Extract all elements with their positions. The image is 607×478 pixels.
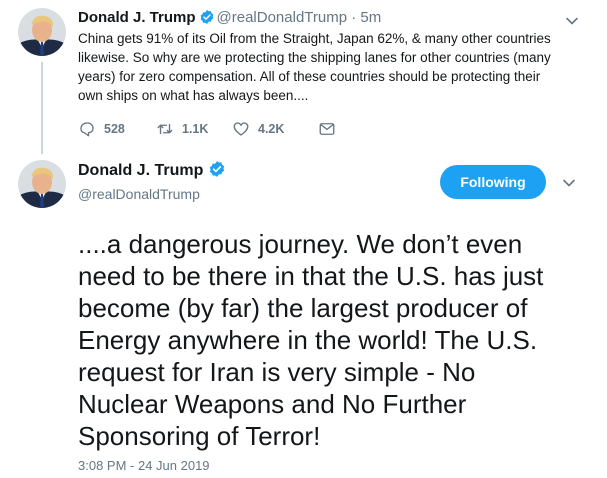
chevron-down-icon[interactable] [565, 14, 579, 28]
tweet-text-line: likewise. So why are we protecting the s… [78, 50, 551, 65]
tweet-header: Donald J. Trump @realDonaldTrump · 5m [78, 8, 381, 28]
tweet-text-line: need to be there in that the U.S. has ju… [78, 261, 544, 291]
author-name[interactable]: Donald J. Trump [78, 9, 196, 26]
tweet-text-line: ....a dangerous journey. We don’t even [78, 229, 523, 259]
tweet-text-line: years) for zero compensation. All of the… [78, 69, 541, 84]
tweet-text-line: become (by far) the largest producer of [78, 293, 528, 323]
retweet-count: 1.1K [182, 122, 209, 136]
chevron-down-icon[interactable] [562, 176, 576, 190]
tweet-text-line: own ships on what has always been.... [78, 88, 309, 103]
tweet-text-line: Energy anywhere in the world! The U.S. [78, 325, 538, 355]
tweet-timestamp[interactable]: 3:08 PM - 24 Jun 2019 [78, 458, 210, 474]
retweet-icon [157, 123, 173, 135]
direct-message-button[interactable] [318, 118, 344, 140]
tweet-text-line: China gets 91% of its Oil from the Strai… [78, 31, 551, 46]
like-count: 4.2K [258, 122, 285, 136]
avatar[interactable] [18, 8, 66, 56]
verified-badge-icon [199, 9, 215, 25]
tweet-text: ....a dangerous journey. We don’t even n… [78, 228, 598, 452]
following-button[interactable]: Following [440, 165, 546, 199]
author-name-text[interactable]: Donald J. Trump [78, 162, 203, 179]
author-handle[interactable]: @realDonaldTrump [217, 9, 348, 26]
tweet-time[interactable]: · 5m [351, 9, 381, 26]
author-handle[interactable]: @realDonaldTrump [78, 184, 200, 204]
previous-tweet[interactable]: Donald J. Trump @realDonaldTrump · 5m Chi… [0, 0, 607, 154]
verified-badge-icon [208, 160, 226, 178]
reply-icon [80, 122, 94, 137]
reply-button[interactable]: 528 [78, 118, 125, 140]
thread-connector-line [41, 62, 43, 154]
tweet-text-line: Sponsoring of Terror! [78, 421, 321, 451]
retweet-button[interactable]: 1.1K [156, 118, 208, 140]
like-button[interactable]: 4.2K [232, 118, 284, 140]
avatar[interactable] [18, 160, 66, 208]
tweet-text-line: Nuclear Weapons and No Further [78, 389, 467, 419]
tweet-text: China gets 91% of its Oil from the Strai… [78, 29, 583, 105]
like-icon [233, 122, 249, 136]
direct-message-icon [319, 123, 335, 135]
tweet-text-line: request for Iran is very simple - No [78, 357, 476, 387]
author-name[interactable]: Donald J. Trump [78, 160, 228, 182]
reply-count: 528 [104, 122, 125, 136]
